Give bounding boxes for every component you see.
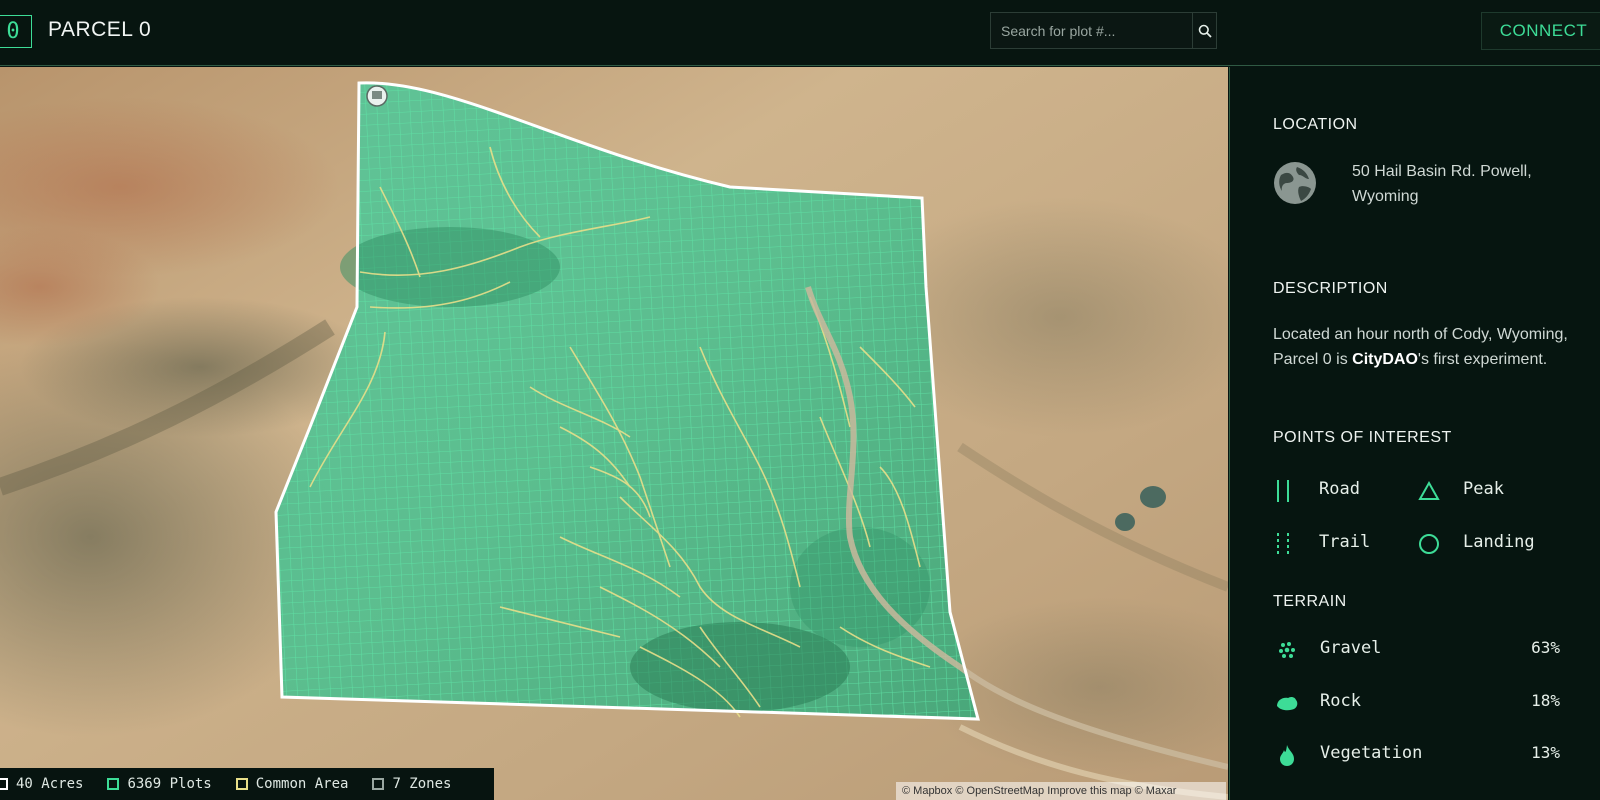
- triangle-icon: [1418, 480, 1440, 500]
- legend-acres-label: 40 Acres: [16, 776, 84, 792]
- search-button[interactable]: [1192, 13, 1216, 48]
- globe-icon: [1274, 162, 1316, 204]
- legend-plots: 6369 Plots: [107, 776, 212, 792]
- legend-acres-swatch: [0, 778, 8, 790]
- legend-plots-label: 6369 Plots: [127, 776, 212, 792]
- landing-marker[interactable]: [366, 85, 388, 107]
- location-title: LOCATION: [1273, 116, 1358, 133]
- legend-common-swatch: [235, 778, 248, 790]
- legend-common-label: Common Area: [255, 776, 349, 792]
- terrain-title: TERRAIN: [1273, 593, 1347, 610]
- top-bar: 0 PARCEL 0 CONNECT: [0, 0, 1600, 66]
- description-highlight: CityDAO: [1352, 351, 1418, 368]
- poi-road-label: Road: [1319, 479, 1360, 499]
- search-input[interactable]: [991, 13, 1192, 48]
- page-title: PARCEL 0: [48, 18, 152, 41]
- logo[interactable]: 0: [0, 15, 32, 48]
- poi-road: Road: [1273, 479, 1360, 503]
- poi-peak-label: Peak: [1463, 479, 1504, 499]
- map-attribution[interactable]: © Mapbox © OpenStreetMap Improve this ma…: [896, 782, 1226, 800]
- poi-landing-label: Landing: [1463, 532, 1535, 552]
- terrain-gravel-label: Gravel: [1320, 638, 1382, 658]
- legend-acres: 40 Acres: [0, 776, 83, 792]
- description-text: Located an hour north of Cody, Wyoming, …: [1273, 322, 1573, 372]
- location-address: 50 Hail Basin Rd. Powell, Wyoming: [1352, 163, 1532, 205]
- terrain-rock: Rock 18%: [1230, 691, 1600, 715]
- terrain-vegetation-label: Vegetation: [1320, 743, 1423, 763]
- terrain-rock-percent: 18%: [1531, 691, 1560, 710]
- gravel-icon: [1279, 642, 1295, 658]
- legend-zones: 7 Zones: [372, 776, 451, 792]
- legend-plots-swatch: [107, 778, 120, 790]
- vegetation-icon: [1280, 745, 1294, 766]
- terrain-gravel-percent: 63%: [1531, 638, 1560, 657]
- connect-button[interactable]: CONNECT: [1481, 12, 1600, 50]
- circle-icon: [1419, 534, 1439, 554]
- satellite-map[interactable]: [0, 67, 1228, 800]
- rock-icon: [1277, 696, 1298, 711]
- logo-text: 0: [6, 19, 20, 44]
- terrain-vegetation-percent: 13%: [1531, 743, 1560, 762]
- poi-landing: Landing: [1417, 532, 1535, 556]
- description-text-end: 's first experiment.: [1417, 351, 1548, 368]
- info-sidebar: LOCATION 50 Hail Basin Rd. Powell, Wyomi…: [1229, 67, 1600, 800]
- terrain-vegetation: Vegetation 13%: [1230, 743, 1600, 767]
- terrain-rock-label: Rock: [1320, 691, 1361, 711]
- trail-icon: [1277, 533, 1289, 555]
- map-legend: 40 Acres 6369 Plots Common Area 7 Zones: [0, 768, 494, 800]
- legend-zones-swatch: [372, 778, 385, 790]
- description-title: DESCRIPTION: [1273, 280, 1388, 297]
- legend-zones-label: 7 Zones: [392, 776, 452, 792]
- poi-trail: Trail: [1273, 532, 1370, 556]
- search-icon: [1198, 24, 1212, 38]
- search-box: [990, 12, 1217, 49]
- poi-title: POINTS OF INTEREST: [1273, 429, 1452, 446]
- poi-peak: Peak: [1417, 479, 1504, 503]
- legend-common-area: Common Area: [235, 776, 349, 792]
- road-icon: [1277, 480, 1289, 502]
- terrain-gravel: Gravel 63%: [1230, 638, 1600, 662]
- poi-trail-label: Trail: [1319, 532, 1371, 552]
- map-canvas[interactable]: [0, 67, 1228, 800]
